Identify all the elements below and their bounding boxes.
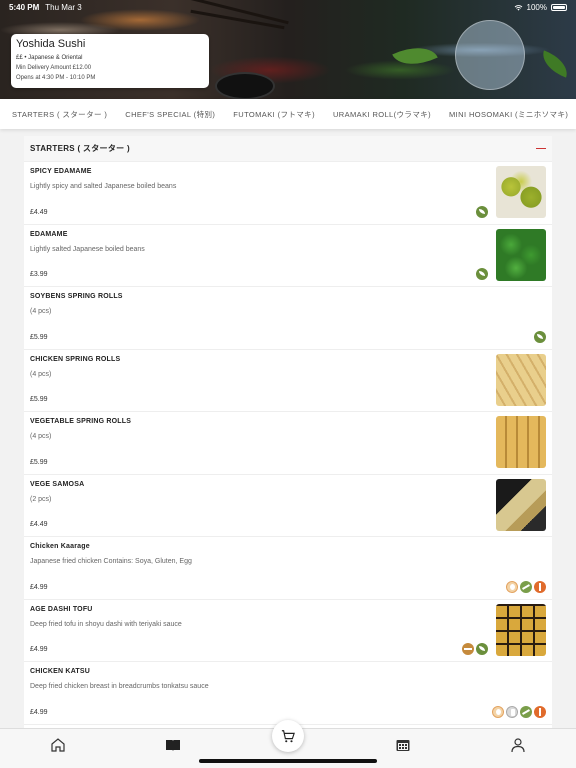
collapse-minus-icon[interactable] [536,148,546,149]
profile-icon[interactable] [509,736,527,754]
item-description: (2 pcs) [30,495,52,503]
vegan-icon [476,268,488,280]
item-photo[interactable] [496,603,546,656]
item-price: £5.99 [30,333,48,341]
gluten-icon [534,580,546,593]
bowl-decoration [215,72,275,99]
wifi-icon [514,4,522,11]
spicy-icon [462,643,474,655]
item-description: Deep fried tofu in shoyu dashi with teri… [30,620,182,628]
cart-icon [281,730,295,743]
allergen-badges [506,580,546,593]
glass-decoration [455,20,525,90]
home-indicator [199,759,377,763]
item-description: (4 pcs) [30,370,52,378]
menu-item[interactable]: VEGE SAMOSA (2 pcs) £4.49 [24,475,552,537]
menu-item-list: SPICY EDAMAME Lightly spicy and salted Ja… [24,162,552,725]
section-title: STARTERS ( スターター ) [30,144,130,153]
menu-item[interactable]: Chicken Kaarage Japanese fried chicken Co… [24,537,552,600]
restaurant-name: Yoshida Sushi [16,38,86,50]
item-name: EDAMAME [30,230,68,238]
item-photo[interactable] [496,228,546,281]
category-nav: STARTERS ( スターター ) CHEF'S SPECIAL (特別) F… [0,99,576,129]
item-photo[interactable] [496,416,546,468]
home-icon[interactable] [49,736,67,754]
item-photo[interactable] [496,353,546,406]
calendar-icon[interactable] [394,736,412,754]
item-name: SOYBENS SPRING ROLLS [30,293,123,300]
item-price: £4.99 [30,646,48,653]
menu-item[interactable]: SPICY EDAMAME Lightly spicy and salted Ja… [24,162,552,225]
item-name: Chicken Kaarage [30,543,90,550]
allergen-badges [492,705,546,718]
item-name: VEGETABLE SPRING ROLLS [30,418,132,425]
status-time: 5:40 PM [9,2,40,12]
item-name: CHICKEN SPRING ROLLS [30,355,121,363]
menu-book-icon[interactable] [164,736,182,754]
opening-hours: Opens at 4:30 PM - 10:10 PM [16,75,96,81]
menu-item[interactable]: CHICKEN SPRING ROLLS (4 pcs) £5.99 [24,350,552,412]
item-price: £4.99 [30,583,48,591]
egg-icon [492,705,504,718]
allergen-badges [462,643,488,655]
price-cuisine: ££ • Japanese & Oriental [16,55,83,61]
menu-item[interactable]: VEGETABLE SPRING ROLLS (4 pcs) £5.99 [24,412,552,475]
status-bar: 5:40 PM Thu Mar 3 100% [0,0,576,14]
status-date: Thu Mar 3 [45,2,82,12]
menu-section-starters: STARTERS ( スターター ) SPICY EDAMAME Lightly … [24,136,552,728]
section-header[interactable]: STARTERS ( スターター ) [24,136,552,162]
item-description: Lightly salted Japanese boiled beans [30,245,145,253]
restaurant-info-card: Yoshida Sushi ££ • Japanese & Oriental M… [11,34,209,88]
allergen-badges [476,268,488,280]
tab-chefs-special[interactable]: CHEF'S SPECIAL (特別) [125,109,215,120]
item-photo[interactable] [496,166,546,218]
egg-icon [506,580,518,593]
item-price: £4.49 [30,208,48,216]
min-delivery: Min Delivery Amount £12.00 [16,65,92,71]
item-name: SPICY EDAMAME [30,168,92,175]
soya-icon [520,705,532,718]
item-description: (4 pcs) [30,308,52,315]
item-name: CHICKEN KATSU [30,668,91,675]
vegan-icon [534,330,546,343]
status-right: 100% [514,3,567,12]
tab-mini-hosomaki[interactable]: MINI HOSOMAKI (ミニホソマキ) [449,109,568,120]
cart-button[interactable] [272,720,304,752]
item-description: Deep fried chicken breast in breadcrumbs… [30,683,209,690]
soya-icon [520,580,532,593]
item-price: £5.99 [30,458,48,466]
item-name: VEGE SAMOSA [30,480,85,488]
leaf-decoration [392,37,438,75]
item-description: Japanese fried chicken Contains: Soya, G… [30,558,192,565]
item-price: £3.99 [30,271,48,278]
tab-uramaki-roll[interactable]: URAMAKI ROLL(ウラマキ) [333,109,431,120]
allergen-badges [534,330,546,343]
menu-item[interactable]: AGE DASHI TOFU Deep fried tofu in shoyu d… [24,600,552,662]
allergen-badges [476,205,488,218]
item-price: £5.99 [30,396,48,403]
menu-item[interactable]: EDAMAME Lightly salted Japanese boiled be… [24,225,552,287]
tab-futomaki[interactable]: FUTOMAKI (フトマキ) [233,109,315,120]
tab-starters[interactable]: STARTERS ( スターター ) [12,109,107,120]
gluten-icon [534,705,546,718]
item-description: (4 pcs) [30,433,52,440]
vegan-icon [476,205,488,218]
vegan-icon [476,643,488,655]
item-photo[interactable] [496,478,546,531]
battery-percent: 100% [526,2,547,12]
item-description: Lightly spicy and salted Japanese boiled… [30,183,177,190]
menu-item[interactable]: SOYBENS SPRING ROLLS (4 pcs) £5.99 [24,287,552,350]
milk-icon [506,705,518,718]
item-price: £4.49 [30,521,48,528]
leaf-decoration [537,50,573,78]
item-price: £4.99 [30,708,48,716]
menu-item[interactable]: CHICKEN KATSU Deep fried chicken breast i… [24,662,552,725]
item-name: AGE DASHI TOFU [30,605,93,613]
battery-icon [551,3,567,11]
